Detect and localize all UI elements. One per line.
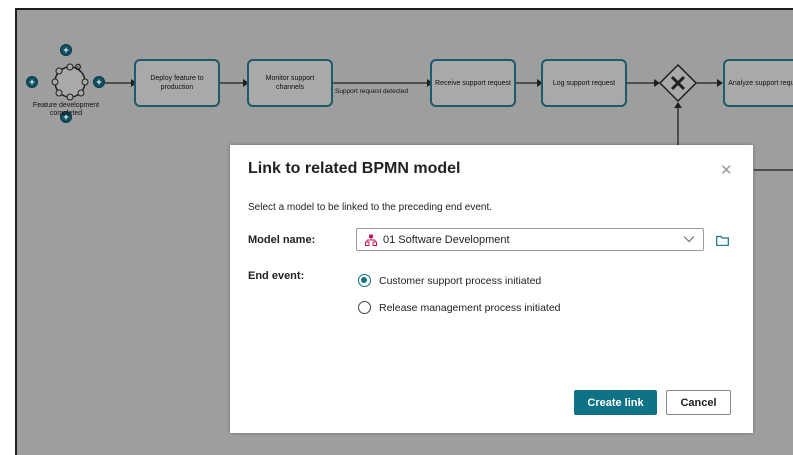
dialog-title: Link to related BPMN model [248, 160, 461, 177]
model-name-select[interactable]: 01 Software Development [356, 228, 704, 251]
create-link-button[interactable]: Create link [574, 390, 657, 415]
start-event-label: Feature development completed [32, 102, 100, 117]
end-event-label: End event: [248, 270, 305, 282]
end-event-option-label: Release management process initiated [379, 301, 561, 314]
radio-unselected-icon[interactable] [358, 301, 371, 314]
model-name-label: Model name: [248, 234, 316, 246]
task-analyze-support[interactable]: Analyze support request [723, 59, 793, 107]
end-event-option-customer-support[interactable]: Customer support process initiated [358, 274, 541, 287]
plus-icon[interactable]: + [60, 44, 72, 56]
end-event-option-label: Customer support process initiated [379, 274, 542, 287]
model-name-value: 01 Software Development [383, 234, 510, 246]
plus-icon[interactable]: + [26, 76, 38, 88]
plus-icon[interactable]: + [93, 76, 105, 88]
folder-icon[interactable] [716, 235, 729, 246]
close-icon[interactable]: ✕ [720, 161, 733, 179]
task-log-support[interactable]: Log support request [541, 59, 627, 107]
end-event-option-release-management[interactable]: Release management process initiated [358, 301, 561, 314]
task-receive-support[interactable]: Receive support request [430, 59, 516, 107]
cancel-button[interactable]: Cancel [666, 390, 731, 415]
gear-icon[interactable]: ⚙ [74, 62, 82, 73]
flow-label: Support request detected [335, 88, 408, 95]
bpmn-model-icon [365, 234, 377, 246]
task-deploy-feature[interactable]: Deploy feature to production [134, 59, 220, 107]
radio-selected-icon[interactable] [358, 274, 371, 287]
task-monitor-support[interactable]: Monitor support channels [247, 59, 333, 107]
chevron-down-icon[interactable] [683, 235, 695, 243]
link-model-dialog: Link to related BPMN model ✕ Select a mo… [230, 145, 753, 433]
dialog-description: Select a model to be linked to the prece… [248, 202, 493, 213]
